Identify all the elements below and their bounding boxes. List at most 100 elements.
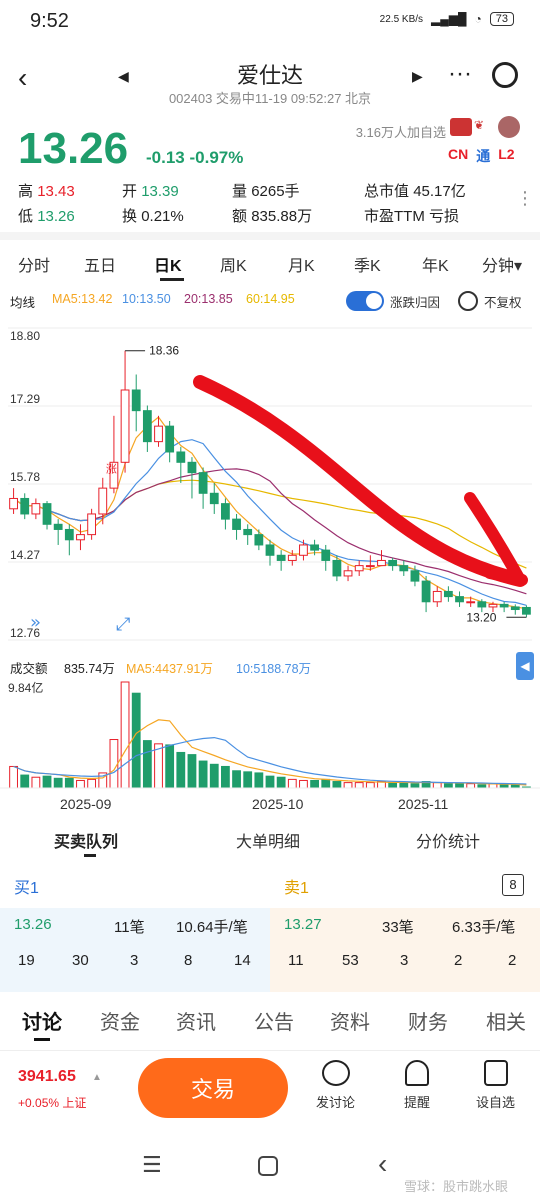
y-axis-label: 15.78 (10, 470, 40, 484)
tab-yearly-k[interactable]: 年K (422, 252, 449, 276)
avatar[interactable] (498, 116, 520, 138)
candle (221, 503, 230, 520)
tab-monthly-k[interactable]: 月K (288, 252, 315, 276)
volume-ma10: 10:5188.78万 (236, 662, 312, 676)
tab-finance[interactable]: 财务 (408, 1006, 448, 1035)
buy-num: 3 (130, 952, 139, 969)
settings-icon[interactable] (458, 291, 478, 311)
tab-discussion[interactable]: 讨论 (22, 1006, 62, 1035)
volume-bar (31, 776, 41, 789)
y-axis-label: 14.27 (10, 548, 40, 562)
volume-bar (198, 760, 208, 789)
expand-stats-icon[interactable]: ⋮ (516, 188, 534, 209)
volume-bar (432, 782, 442, 789)
more-icon[interactable]: ··· (448, 60, 472, 88)
volume-bar (443, 783, 453, 789)
candle (299, 544, 308, 556)
x-label-nov: 2025-11 (398, 796, 449, 812)
tab-price-stats[interactable]: 分价统计 (416, 828, 480, 852)
tab-five-day[interactable]: 五日 (84, 252, 116, 276)
badge-icon-2: ❦ (474, 118, 485, 132)
candle (120, 389, 130, 463)
search-icon[interactable] (492, 62, 518, 88)
stat-pe-value: 亏损 (429, 208, 460, 225)
sell-num: 2 (454, 952, 463, 969)
volume-bar (287, 778, 297, 789)
sell-num: 2 (508, 952, 517, 969)
volume-bar (9, 765, 18, 789)
candle (522, 606, 531, 615)
candle (142, 410, 152, 443)
stat-pe: 市盈TTM 亏损 (364, 205, 459, 226)
status-bar: 9:52 22.5 KB/s ▂▄▆█ ◔ 73 (0, 0, 540, 44)
stat-open-label: 开 (122, 183, 138, 200)
tab-intraday[interactable]: 分时 (18, 252, 50, 276)
ma10-value: 10:13.50 (122, 292, 171, 306)
price-change: -0.13 -0.97% (146, 148, 243, 168)
stat-amount: 额 835.88万 (232, 205, 312, 226)
stock-code-status: 002403 交易中11-19 09:52:27 北京 (168, 91, 372, 106)
volume-bar (87, 778, 97, 789)
ma60-value: 60:14.95 (246, 292, 295, 306)
tab-profile[interactable]: 资料 (330, 1006, 370, 1035)
sell-price: 13.27 (284, 916, 322, 933)
bottom-tab-indicator (34, 1038, 50, 1041)
candle (443, 590, 453, 598)
attribution-toggle[interactable] (346, 291, 384, 311)
tag-cn: CN (448, 146, 469, 162)
tab-weekly-k[interactable]: 周K (220, 252, 247, 276)
post-discussion-button[interactable]: 发讨论 (316, 1060, 355, 1111)
chat-icon (321, 1060, 350, 1086)
next-stock-icon[interactable]: ▶ (412, 68, 423, 85)
back-nav-icon[interactable]: ‹ (378, 1148, 387, 1180)
tab-minute[interactable]: 分钟▾ (482, 252, 522, 276)
volume-bar (109, 739, 119, 789)
home-icon[interactable] (258, 1156, 278, 1176)
tags: CN 通 L2 (448, 146, 515, 166)
toggle-knob (366, 293, 382, 309)
volume-max-label: 9.84亿 (8, 680, 43, 695)
candle (76, 534, 85, 541)
candle (455, 596, 464, 603)
ma-label: 均线 (10, 296, 36, 310)
sell1-label: 卖1 (284, 880, 309, 897)
tab-funds[interactable]: 资金 (100, 1006, 140, 1035)
candlestick-chart[interactable]: 18.8017.2915.7814.2712.7618.3613.20涨» ⤢ (0, 318, 540, 658)
depth-count-box[interactable]: 8 (502, 874, 524, 896)
sell-num: 11 (288, 952, 304, 969)
stat-volume-label: 量 (232, 183, 248, 200)
volume-bar (154, 743, 163, 789)
candle (53, 523, 63, 530)
index-change: +0.05% 上证 (18, 1096, 87, 1110)
tab-quarterly-k[interactable]: 季K (354, 252, 381, 276)
tag-l2: L2 (498, 146, 515, 162)
volume-bar (310, 779, 319, 789)
tab-announcements[interactable]: 公告 (254, 1006, 294, 1035)
alert-button[interactable]: 提醒 (404, 1060, 430, 1111)
scroll-left-icon: » (30, 612, 41, 633)
trade-button[interactable]: 交易 (138, 1058, 288, 1118)
tab-related[interactable]: 相关 (486, 1006, 526, 1035)
tab-large-orders[interactable]: 大单明细 (236, 828, 300, 852)
tab-daily-k[interactable]: 日K (154, 252, 182, 276)
bottom-tabs: 讨论 资金 资讯 公告 资料 财务 相关 (0, 1000, 540, 1044)
index-value[interactable]: 3941.65 (18, 1068, 76, 1086)
volume-bar (466, 783, 476, 789)
volume-bar (321, 778, 331, 789)
x-label-sep: 2025-09 (60, 796, 112, 812)
stat-volume: 量 6265手 (232, 180, 300, 201)
stock-header: ‹ ◀ 爱仕达 002403 交易中11-19 09:52:27 北京 ▶ ··… (0, 50, 540, 110)
recents-icon[interactable]: ☰ (142, 1152, 162, 1178)
candle (377, 559, 386, 567)
volume-value: 835.74万 (64, 662, 115, 676)
adjust-label[interactable]: 不复权 (484, 292, 522, 311)
tab-order-queue[interactable]: 买卖队列 (54, 828, 118, 852)
status-indicators: 22.5 KB/s ▂▄▆█ ◔ 73 (380, 12, 514, 26)
tab-news[interactable]: 资讯 (176, 1006, 216, 1035)
queue-summary-row: 13.26 11笔 10.64手/笔 13.27 33笔 6.33手/笔 (0, 916, 540, 946)
stat-turnover-label: 换 (122, 208, 138, 225)
candle (87, 513, 97, 536)
high-price-label: 18.36 (149, 344, 179, 358)
volume-bar (131, 692, 141, 789)
add-watchlist-button[interactable]: 设自选 (476, 1060, 515, 1111)
